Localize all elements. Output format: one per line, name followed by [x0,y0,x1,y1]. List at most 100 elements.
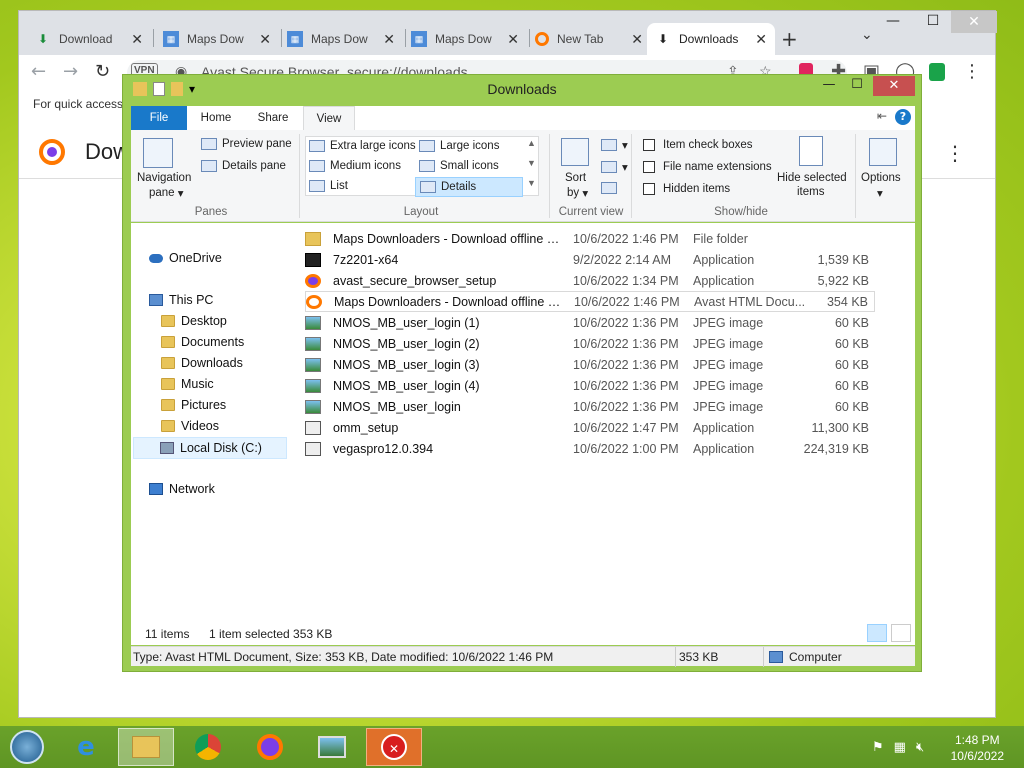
security-shield-icon[interactable] [929,63,945,81]
maximize-button[interactable]: ☐ [843,77,871,92]
nav-item-desktop[interactable]: Desktop [161,314,227,328]
close-window-button[interactable]: ✕ [873,76,915,96]
file-row[interactable]: vegaspro12.0.394 10/6/2022 1:00 PM Applica… [305,438,875,459]
taskbar-clock[interactable]: 1:48 PM 10/6/2022 [951,732,1004,764]
close-icon[interactable]: ✕ [631,31,643,48]
close-icon[interactable]: ✕ [755,31,767,48]
layout-large-icons[interactable]: Large icons [419,140,499,152]
tab-download[interactable]: ⬇ Download ✕ [27,23,151,55]
add-columns-button[interactable]: ▾ [601,160,628,174]
minimize-button[interactable]: — [875,13,911,29]
tab-new-tab[interactable]: New Tab ✕ [527,23,651,55]
size-columns-button[interactable] [601,182,622,194]
layout-expand-icon[interactable]: ▼ [527,178,536,188]
checkbox-icon[interactable] [643,183,655,195]
nav-item-downloads[interactable]: Downloads [161,356,243,370]
file-row[interactable]: 7z2201-x64 9/2/2022 2:14 AM Application 1,5… [305,249,875,270]
layout-scroll-up-icon[interactable]: ▲ [527,138,536,148]
nav-item-network[interactable]: Network [149,482,215,496]
layout-details[interactable]: Details [415,177,523,197]
close-icon[interactable]: ✕ [507,31,519,48]
layout-scroll-down-icon[interactable]: ▼ [527,158,536,168]
taskbar-chrome[interactable] [180,728,236,766]
details-pane-button[interactable]: Details pane [201,160,286,172]
help-icon[interactable]: ? [895,109,911,125]
close-icon[interactable]: ✕ [131,31,143,48]
navigation-pane-label2[interactable]: pane ▾ [149,186,184,200]
file-size: 354 KB [826,294,868,309]
file-row[interactable]: avast_secure_browser_setup 10/6/2022 1:34… [305,270,875,291]
tab-view[interactable]: View [303,106,355,130]
close-window-button[interactable]: ✕ [951,11,997,33]
nav-item-local-disk[interactable]: Local Disk (C:) [133,437,287,459]
taskbar-file-explorer[interactable] [118,728,174,766]
checkbox-icon[interactable] [643,139,655,151]
minimize-button[interactable]: — [815,77,843,92]
tab-maps-1[interactable]: ▦ Maps Dow ✕ [155,23,279,55]
layout-medium-icons[interactable]: Medium icons [309,160,401,172]
volume-muted-icon[interactable]: 🔇︎ [916,740,924,755]
item-check-boxes-toggle[interactable]: Item check boxes [643,139,752,151]
group-by-button[interactable]: ▾ [601,138,628,152]
file-row[interactable]: NMOS_MB_user_login (1) 10/6/2022 1:36 PM J… [305,312,875,333]
menu-icon[interactable]: ⋮ [963,61,981,82]
file-row[interactable]: NMOS_MB_user_login (2) 10/6/2022 1:36 PM J… [305,333,875,354]
network-tray-icon[interactable]: ▦ [894,740,906,755]
details-view-icon[interactable] [867,624,887,642]
ribbon-collapse-icon[interactable]: ⇤ [877,109,887,125]
tab-share[interactable]: Share [247,106,299,130]
reload-icon[interactable]: ↻ [95,61,110,82]
hide-selected-items-button[interactable]: Hide selected [777,172,847,184]
preview-pane-icon [201,138,217,150]
more-options-icon[interactable]: ⋮ [945,141,965,165]
taskbar-photos[interactable] [304,728,360,766]
file-row[interactable]: Maps Downloaders - Download offline m...… [305,228,875,249]
file-name-extensions-toggle[interactable]: File name extensions [643,161,772,173]
taskbar-internet-explorer[interactable]: e [58,728,114,766]
nav-item-videos[interactable]: Videos [161,419,219,433]
taskbar-error-app[interactable]: ✕ [366,728,422,766]
file-type: File folder [693,231,748,246]
back-icon[interactable]: ← [31,61,46,82]
close-icon[interactable]: ✕ [259,31,271,48]
tab-maps-3[interactable]: ▦ Maps Dow ✕ [403,23,527,55]
file-row[interactable]: NMOS_MB_user_login 10/6/2022 1:36 PM JPEG … [305,396,875,417]
taskbar-avast-browser[interactable] [242,728,298,766]
options-button[interactable]: Options [861,172,901,184]
sort-by-label2[interactable]: by ▾ [567,186,588,200]
options-dropdown-icon[interactable]: ▾ [877,186,883,200]
sort-by-button[interactable]: Sort [565,172,586,184]
preview-pane-button[interactable]: Preview pane [201,138,292,150]
nav-item-this-pc[interactable]: This PC [149,293,213,307]
layout-small-icons[interactable]: Small icons [419,160,499,172]
file-row[interactable]: NMOS_MB_user_login (4) 10/6/2022 1:36 PM J… [305,375,875,396]
flag-icon[interactable]: ⚑ [872,740,884,755]
nav-item-documents[interactable]: Documents [161,335,244,349]
close-icon[interactable]: ✕ [383,31,395,48]
nav-item-pictures[interactable]: Pictures [161,398,226,412]
file-explorer-window: ▾ Downloads — ☐ ✕ File Home Share View ⇤… [122,74,922,672]
large-icons-view-icon[interactable] [891,624,911,642]
maximize-button[interactable]: ☐ [915,13,951,29]
tab-file[interactable]: File [131,106,187,130]
checkbox-icon[interactable] [643,161,655,173]
layout-list[interactable]: List [309,180,348,192]
nav-item-music[interactable]: Music [161,377,214,391]
sort-by-icon [561,138,589,166]
navigation-pane-button[interactable]: Navigation [137,172,191,184]
file-row[interactable]: NMOS_MB_user_login (3) 10/6/2022 1:36 PM J… [305,354,875,375]
start-button[interactable] [4,728,50,766]
file-row[interactable]: omm_setup 10/6/2022 1:47 PM Application 11,… [305,417,875,438]
hidden-items-toggle[interactable]: Hidden items [643,183,730,195]
selection-info: 1 item selected 353 KB [209,627,333,641]
tab-maps-2[interactable]: ▦ Maps Dow ✕ [279,23,403,55]
layout-extra-large-icons[interactable]: Extra large icons [309,140,416,152]
nav-item-onedrive[interactable]: OneDrive [149,251,222,265]
chevron-down-icon[interactable]: ⌄ [861,27,873,43]
tab-home[interactable]: Home [191,106,241,130]
hide-selected-label2[interactable]: items [797,186,824,198]
tab-downloads[interactable]: ⬇ Downloads ✕ [647,23,775,55]
new-tab-button[interactable]: + [781,27,798,51]
file-row[interactable]: Maps Downloaders - Download offline m...… [305,291,875,312]
forward-icon[interactable]: → [63,61,78,82]
